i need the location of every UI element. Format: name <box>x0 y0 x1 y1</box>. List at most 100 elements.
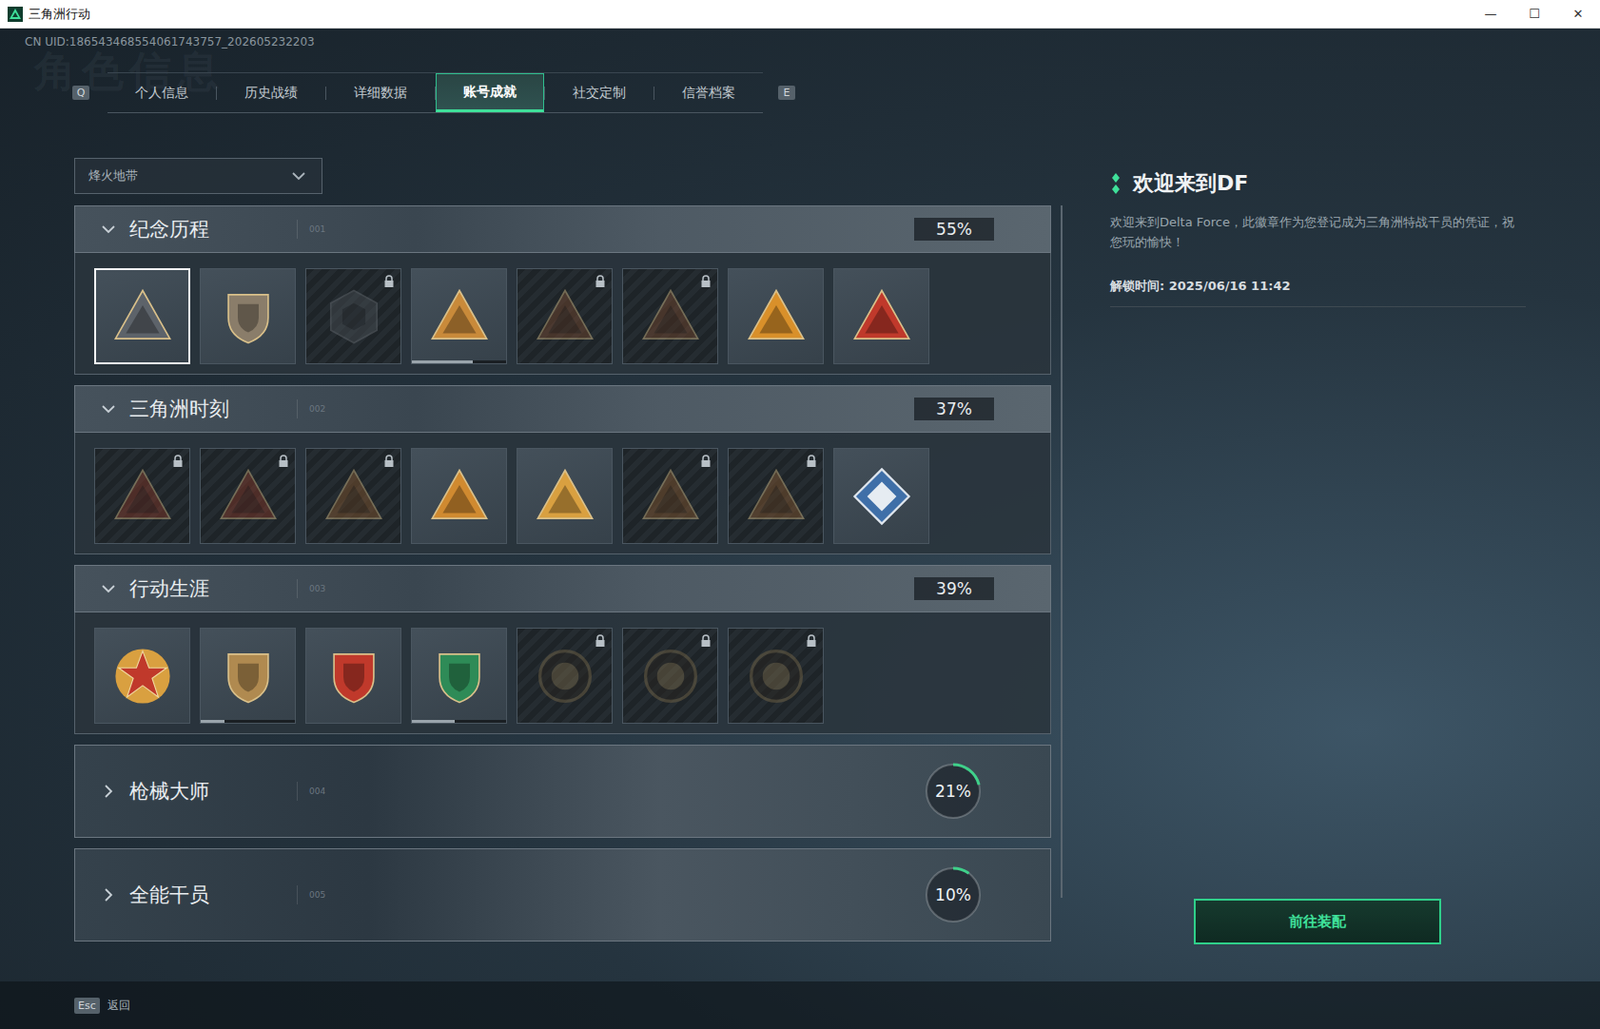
lock-icon <box>700 634 712 648</box>
prev-tab-key[interactable]: Q <box>72 85 90 100</box>
badge-tile[interactable] <box>199 448 296 545</box>
tab[interactable]: 账号成就 <box>435 73 545 113</box>
section-header[interactable]: 纪念历程 001 55% <box>74 205 1052 254</box>
badge-icon <box>111 644 175 708</box>
badge-tile[interactable] <box>410 627 508 724</box>
badge-grid <box>74 432 1052 555</box>
section-index: 005 <box>309 890 326 900</box>
app-logo-icon <box>7 6 23 22</box>
badge-tile[interactable] <box>305 268 402 365</box>
section-title: 三角洲时刻 <box>129 395 297 423</box>
badge-icon <box>639 285 703 349</box>
badge-icon <box>428 644 491 708</box>
badge-grid <box>74 612 1052 735</box>
badge-tile[interactable] <box>410 268 508 365</box>
section-index: 001 <box>309 224 326 235</box>
lock-icon <box>383 454 395 469</box>
badge-icon <box>850 285 914 349</box>
header-separator <box>296 781 298 801</box>
section-header[interactable]: 行动生涯 003 39% <box>74 565 1052 613</box>
badge-tile[interactable] <box>305 627 402 724</box>
achievement-section: 纪念历程 001 55% <box>74 205 1052 375</box>
section-title: 枪械大师 <box>129 778 297 805</box>
uid-label: CN UID:186543468554061743757_20260523220… <box>24 34 1600 50</box>
section-title: 纪念历程 <box>129 215 297 243</box>
header-separator <box>296 885 298 905</box>
badge-icon <box>744 465 808 528</box>
scrollbar[interactable] <box>1060 205 1063 898</box>
tab[interactable]: 社交定制 <box>545 73 654 113</box>
badge-tile[interactable] <box>199 268 296 365</box>
badge-tile[interactable] <box>727 627 824 724</box>
section-percent: 39% <box>914 577 995 601</box>
badge-icon <box>533 285 597 349</box>
badge-tile[interactable] <box>94 268 191 365</box>
achievement-section: 全能干员 005 10% <box>74 848 1052 942</box>
mode-value: 烽火地带 <box>88 167 138 185</box>
badge-tile[interactable] <box>833 448 930 545</box>
mode-dropdown[interactable]: 烽火地带 <box>74 157 323 195</box>
badge-icon <box>322 465 386 528</box>
badge-tile[interactable] <box>727 268 824 365</box>
section-header[interactable]: 枪械大师 004 21% <box>74 744 1052 839</box>
badge-tile[interactable] <box>622 268 719 365</box>
lock-icon <box>594 274 606 289</box>
header-separator <box>296 399 298 419</box>
badge-tile[interactable] <box>94 627 191 724</box>
section-title: 全能干员 <box>129 881 297 909</box>
equip-button[interactable]: 前往装配 <box>1193 898 1442 945</box>
detail-description: 欢迎来到Delta Force，此徽章作为您登记成为三角洲特战干员的凭证，祝您玩… <box>1110 213 1526 254</box>
window-control[interactable]: ✕ <box>1556 6 1600 21</box>
lock-icon <box>805 634 818 648</box>
chevron-down-icon <box>289 166 309 186</box>
tab[interactable]: 历史战绩 <box>216 73 326 113</box>
tab[interactable]: 信誉档案 <box>654 73 763 113</box>
diamond-icon <box>1110 172 1122 196</box>
badge-tile[interactable] <box>516 448 613 545</box>
badge-tile[interactable] <box>622 448 719 545</box>
chevron-down-icon <box>98 219 118 239</box>
badge-icon <box>533 644 597 708</box>
tab[interactable]: 个人信息 <box>107 73 216 113</box>
section-header[interactable]: 全能干员 005 10% <box>74 848 1052 942</box>
badge-icon <box>744 644 808 708</box>
section-percent: 37% <box>914 397 995 421</box>
badge-tile[interactable] <box>94 448 191 545</box>
lock-icon <box>383 274 395 289</box>
back-label[interactable]: 返回 <box>107 997 131 1015</box>
screen: 角色信息 CN UID:186543468554061743757_202605… <box>0 28 1600 1029</box>
chevron-right-icon <box>98 885 118 905</box>
badge-icon <box>850 465 914 528</box>
badge-icon <box>216 285 280 349</box>
badge-icon <box>533 465 597 528</box>
lock-icon <box>700 454 712 469</box>
tab-separator <box>325 86 327 100</box>
achievement-section: 三角洲时刻 002 37% <box>74 385 1052 555</box>
badge-grid <box>74 253 1052 375</box>
section-percent: 21% <box>922 760 984 822</box>
badge-tile[interactable] <box>410 448 508 545</box>
badge-icon <box>639 644 703 708</box>
badge-tile[interactable] <box>727 448 824 545</box>
esc-key[interactable]: Esc <box>74 997 100 1015</box>
badge-icon <box>322 644 386 708</box>
badge-tile[interactable] <box>622 627 719 724</box>
badge-icon <box>216 465 280 528</box>
badge-tile[interactable] <box>516 268 613 365</box>
badge-tile[interactable] <box>305 448 402 545</box>
badge-tile[interactable] <box>516 627 613 724</box>
section-percent: 55% <box>914 217 995 241</box>
window-title: 三角洲行动 <box>28 5 91 23</box>
tab[interactable]: 详细数据 <box>326 73 435 113</box>
section-title: 行动生涯 <box>129 575 297 603</box>
window-control[interactable]: — <box>1468 6 1513 21</box>
next-tab-key[interactable]: E <box>778 85 796 100</box>
badge-tile[interactable] <box>833 268 930 365</box>
window-control[interactable]: ☐ <box>1512 6 1557 21</box>
chevron-down-icon <box>98 579 118 599</box>
section-header[interactable]: 三角洲时刻 002 37% <box>74 385 1052 433</box>
achievement-section: 枪械大师 004 21% <box>74 744 1052 839</box>
badge-icon <box>428 285 491 349</box>
badge-tile[interactable] <box>199 627 296 724</box>
achievement-section: 行动生涯 003 39% <box>74 565 1052 735</box>
